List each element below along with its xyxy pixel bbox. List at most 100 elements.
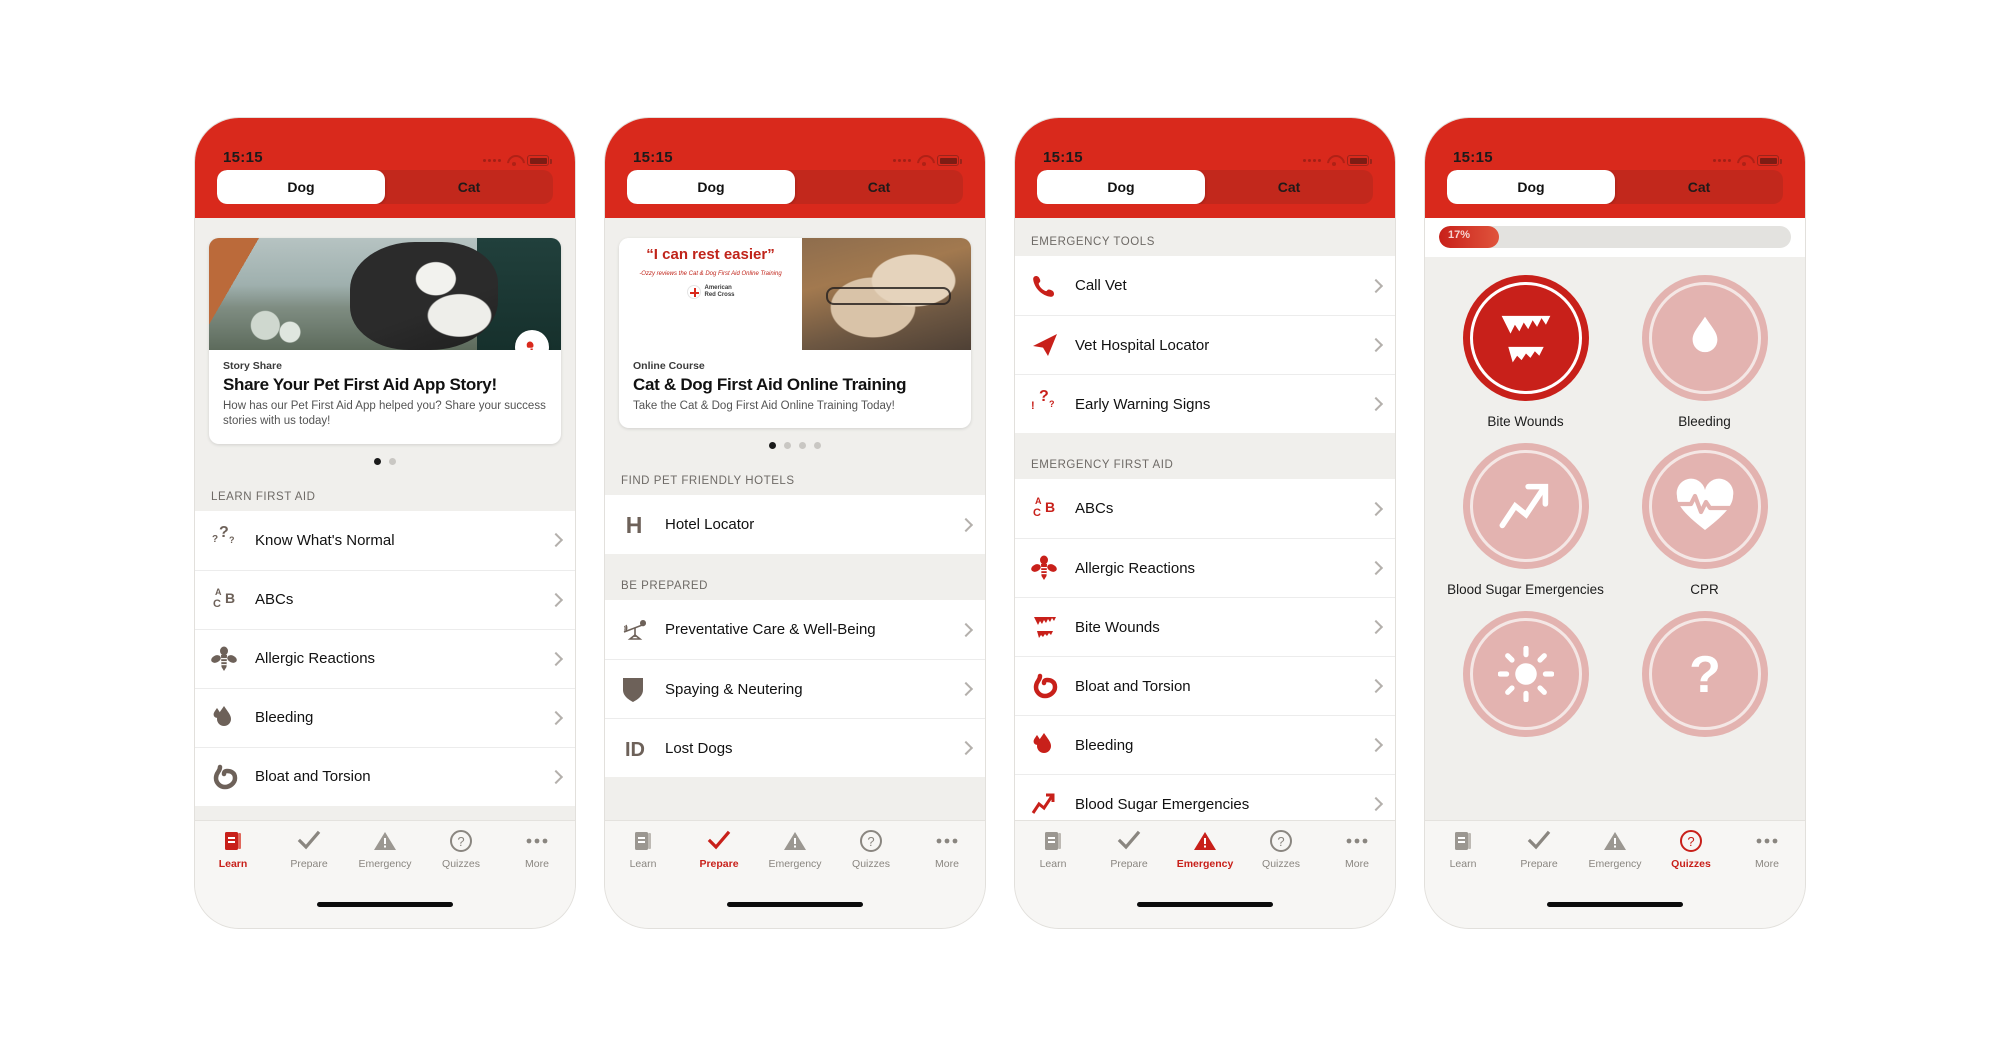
- red-cross-pet-badge: [515, 330, 549, 350]
- be-prepared-list[interactable]: Preventative Care & Well-Being Spaying &…: [605, 600, 985, 778]
- segment-cat[interactable]: Cat: [385, 170, 553, 204]
- quizzes-scroll-body[interactable]: 17% Bite Wounds Bleeding Blood Sugar Eme…: [1425, 218, 1805, 820]
- species-segmented-control[interactable]: Dog Cat: [605, 170, 985, 218]
- emergency-first-aid-list[interactable]: ABC ABCs Allergic Reactions Bite Wounds …: [1015, 479, 1395, 820]
- emergency-tools-list[interactable]: Call Vet Vet Hospital Locator ?!? Early …: [1015, 256, 1395, 433]
- quiz-circle[interactable]: [1462, 275, 1589, 401]
- learn-first-aid-list[interactable]: ??? Know What's Normal ABC ABCs Allergic…: [195, 510, 575, 806]
- bottom-tab-bar[interactable]: Learn Prepare Emergency ? Quizzes More: [605, 820, 985, 896]
- emergency-scroll-body[interactable]: EMERGENCY TOOLS Call Vet Vet Hospital Lo…: [1015, 218, 1395, 820]
- tab-quizzes[interactable]: ? Quizzes: [1653, 829, 1729, 870]
- list-item-abcs[interactable]: ABC ABCs: [1015, 479, 1395, 538]
- species-segmented-control[interactable]: Dog Cat: [195, 170, 575, 218]
- check-icon: [1117, 830, 1141, 850]
- bottom-tab-bar[interactable]: Learn Prepare Emergency ? Quizzes More: [195, 820, 575, 896]
- segment-dog[interactable]: Dog: [1037, 170, 1205, 204]
- bottom-tab-bar[interactable]: Learn Prepare Emergency ? Quizzes More: [1425, 820, 1805, 896]
- chevron-right-icon: [1368, 560, 1384, 576]
- list-item-allergic-reactions[interactable]: Allergic Reactions: [1015, 538, 1395, 597]
- story-share-photo: [209, 238, 561, 350]
- tab-learn[interactable]: Learn: [195, 829, 271, 870]
- learn-scroll-body[interactable]: Story Share Share Your Pet First Aid App…: [195, 218, 575, 820]
- tab-label: Learn: [1039, 858, 1067, 870]
- quiz-cell-cpr[interactable]: CPR: [1620, 443, 1789, 597]
- tab-prepare[interactable]: Prepare: [1091, 829, 1167, 870]
- page-dot-1[interactable]: [374, 457, 381, 465]
- tab-quizzes[interactable]: ? Quizzes: [1243, 829, 1319, 870]
- carousel-page-dots[interactable]: [619, 428, 971, 450]
- list-item-lost-dogs[interactable]: ID Lost Dogs: [605, 718, 985, 778]
- list-item-vet-hospital-locator[interactable]: Vet Hospital Locator: [1015, 315, 1395, 374]
- page-dot-1[interactable]: [769, 442, 776, 450]
- list-item-early-warning-signs[interactable]: ?!? Early Warning Signs: [1015, 374, 1395, 433]
- online-course-card[interactable]: “I can rest easier” -Ozzy reviews the Ca…: [619, 238, 971, 429]
- tab-learn[interactable]: Learn: [1425, 829, 1501, 870]
- list-item-abcs[interactable]: ABC ABCs: [195, 569, 575, 629]
- status-indicators: [1713, 155, 1782, 166]
- hotel-list[interactable]: H Hotel Locator: [605, 495, 985, 555]
- quiz-cell-bleeding[interactable]: Bleeding: [1620, 275, 1789, 429]
- page-dot-2[interactable]: [784, 442, 791, 450]
- card-description: Take the Cat & Dog First Aid Online Trai…: [633, 399, 895, 412]
- list-item-bleeding[interactable]: Bleeding: [1015, 715, 1395, 774]
- tab-more[interactable]: More: [1729, 829, 1805, 870]
- tab-quizzes[interactable]: ? Quizzes: [423, 829, 499, 870]
- list-item-bite-wounds[interactable]: Bite Wounds: [1015, 597, 1395, 656]
- tab-more[interactable]: More: [909, 829, 985, 870]
- quiz-cell-bite-wounds[interactable]: Bite Wounds: [1441, 275, 1610, 429]
- tab-label: Quizzes: [1671, 858, 1711, 870]
- prepare-scroll-body[interactable]: “I can rest easier” -Ozzy reviews the Ca…: [605, 218, 985, 820]
- list-item-spaying-neutering[interactable]: Spaying & Neutering: [605, 659, 985, 719]
- quiz-cell-heat-emergencies[interactable]: [1441, 611, 1610, 750]
- quiz-circle[interactable]: ?: [1641, 611, 1768, 737]
- segment-cat[interactable]: Cat: [1205, 170, 1373, 204]
- quiz-circle[interactable]: [1462, 611, 1589, 737]
- tab-more[interactable]: More: [1319, 829, 1395, 870]
- list-item-label: Allergic Reactions: [255, 650, 376, 668]
- quiz-circle[interactable]: [1641, 275, 1768, 401]
- quiz-circle[interactable]: [1641, 443, 1768, 569]
- list-item-hotel-locator[interactable]: H Hotel Locator: [605, 495, 985, 555]
- svg-text:ID: ID: [625, 739, 645, 761]
- list-item-bloat-and-torsion[interactable]: Bloat and Torsion: [1015, 656, 1395, 715]
- list-item-label: Hotel Locator: [665, 516, 755, 534]
- tab-prepare[interactable]: Prepare: [681, 829, 757, 870]
- tab-emergency[interactable]: Emergency: [1167, 829, 1243, 870]
- list-item-know-whats-normal[interactable]: ??? Know What's Normal: [195, 510, 575, 570]
- list-item-allergic-reactions[interactable]: Allergic Reactions: [195, 628, 575, 688]
- quiz-cell-blood-sugar-emergencies[interactable]: Blood Sugar Emergencies: [1441, 443, 1610, 597]
- segment-dog[interactable]: Dog: [217, 170, 385, 204]
- list-item-bleeding[interactable]: Bleeding: [195, 687, 575, 747]
- list-item-preventative-care[interactable]: Preventative Care & Well-Being: [605, 600, 985, 660]
- segment-cat[interactable]: Cat: [795, 170, 963, 204]
- tab-quizzes[interactable]: ? Quizzes: [833, 829, 909, 870]
- list-item-call-vet[interactable]: Call Vet: [1015, 256, 1395, 315]
- carousel-page-dots[interactable]: [209, 444, 561, 465]
- quiz-circle[interactable]: [1462, 443, 1589, 569]
- tab-prepare[interactable]: Prepare: [1501, 829, 1577, 870]
- tab-emergency[interactable]: Emergency: [1577, 829, 1653, 870]
- quiz-cell-unknown[interactable]: ?: [1620, 611, 1789, 750]
- species-segmented-control[interactable]: Dog Cat: [1015, 170, 1395, 218]
- tab-emergency[interactable]: Emergency: [347, 829, 423, 870]
- segment-dog[interactable]: Dog: [1447, 170, 1615, 204]
- quiz-grid[interactable]: Bite Wounds Bleeding Blood Sugar Emergen…: [1425, 257, 1805, 750]
- story-share-card[interactable]: Story Share Share Your Pet First Aid App…: [209, 238, 561, 444]
- tab-learn[interactable]: Learn: [1015, 829, 1091, 870]
- phone-learn-screen: 15:15 Dog Cat Story Share Share Your Pet…: [195, 118, 575, 928]
- tab-emergency[interactable]: Emergency: [757, 829, 833, 870]
- tab-more[interactable]: More: [499, 829, 575, 870]
- page-dot-2[interactable]: [389, 457, 396, 465]
- bottom-tab-bar[interactable]: Learn Prepare Emergency ? Quizzes More: [1015, 820, 1395, 896]
- tab-prepare[interactable]: Prepare: [271, 829, 347, 870]
- species-segmented-control[interactable]: Dog Cat: [1425, 170, 1805, 218]
- segment-dog[interactable]: Dog: [627, 170, 795, 204]
- list-item-bloat-and-torsion[interactable]: Bloat and Torsion: [195, 746, 575, 806]
- page-dot-4[interactable]: [814, 442, 821, 450]
- hero-carousel[interactable]: Story Share Share Your Pet First Aid App…: [195, 218, 575, 465]
- hero-carousel[interactable]: “I can rest easier” -Ozzy reviews the Ca…: [605, 218, 985, 450]
- tab-learn[interactable]: Learn: [605, 829, 681, 870]
- segment-cat[interactable]: Cat: [1615, 170, 1783, 204]
- page-dot-3[interactable]: [799, 442, 806, 450]
- list-item-blood-sugar-emergencies[interactable]: Blood Sugar Emergencies: [1015, 774, 1395, 820]
